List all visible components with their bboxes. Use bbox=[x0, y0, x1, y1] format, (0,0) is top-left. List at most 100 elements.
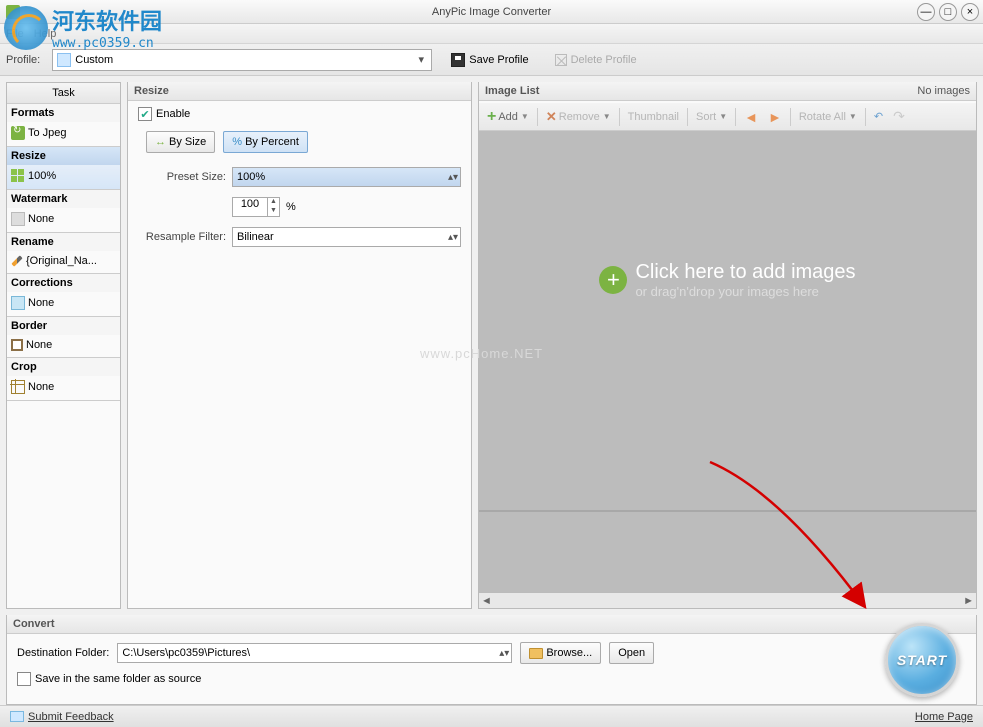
chevron-down-icon: ▼ bbox=[603, 112, 611, 121]
task-watermark[interactable]: Watermark None bbox=[7, 190, 120, 233]
chevron-down-icon: ▼ bbox=[849, 112, 857, 121]
task-crop-value: None bbox=[28, 381, 54, 393]
by-size-label: By Size bbox=[169, 136, 206, 148]
by-percent-button[interactable]: %By Percent bbox=[223, 131, 308, 153]
resample-filter-combo[interactable]: Bilinear ▴▾ bbox=[232, 227, 461, 247]
document-icon bbox=[57, 53, 71, 67]
chevron-down-icon: ▼ bbox=[521, 112, 529, 121]
percent-spinner[interactable]: 100 ▲▼ bbox=[232, 197, 280, 217]
statusbar: Submit Feedback Home Page bbox=[0, 705, 983, 727]
delete-profile-button: Delete Profile bbox=[548, 50, 644, 70]
arrow-left-icon: ◄ bbox=[744, 109, 758, 125]
watermark-icon bbox=[11, 212, 25, 226]
task-corrections-label: Corrections bbox=[7, 274, 120, 292]
add-label: Add bbox=[498, 111, 518, 123]
add-plus-icon: + bbox=[599, 266, 627, 294]
plus-icon: + bbox=[487, 108, 496, 126]
task-border-value: None bbox=[26, 339, 52, 351]
enable-label: Enable bbox=[156, 108, 190, 120]
picture-icon bbox=[11, 296, 25, 310]
resize-icon bbox=[11, 169, 25, 183]
save-icon bbox=[451, 53, 465, 67]
drop-subtitle: or drag'n'drop your images here bbox=[635, 284, 855, 299]
undo-button[interactable]: ↶ bbox=[870, 108, 887, 125]
sort-button: Sort▼ bbox=[692, 109, 731, 125]
chevron-updown-icon: ▴▾ bbox=[448, 232, 458, 243]
preset-size-label: Preset Size: bbox=[138, 171, 226, 183]
task-rename[interactable]: Rename {Original_Na... bbox=[7, 233, 120, 274]
task-crop[interactable]: Crop None bbox=[7, 358, 120, 401]
minimize-button[interactable]: — bbox=[917, 3, 935, 21]
start-button[interactable]: START bbox=[885, 623, 959, 697]
task-border[interactable]: Border None bbox=[7, 317, 120, 358]
menu-help[interactable]: Help bbox=[34, 28, 57, 40]
task-header: Task bbox=[7, 83, 120, 104]
convert-group: Convert Destination Folder: C:\Users\pc0… bbox=[6, 615, 977, 705]
chevron-updown-icon: ▴▾ bbox=[448, 172, 458, 183]
preview-strip bbox=[479, 510, 976, 592]
submit-feedback-link[interactable]: Submit Feedback bbox=[28, 711, 114, 723]
profile-combo[interactable]: Custom ▾ bbox=[52, 49, 432, 71]
task-rename-value: {Original_Na... bbox=[26, 255, 97, 267]
browse-button[interactable]: Browse... bbox=[520, 642, 601, 664]
task-formats-label: Formats bbox=[7, 104, 120, 122]
image-list-title: Image List bbox=[485, 85, 539, 97]
open-button[interactable]: Open bbox=[609, 642, 654, 664]
delete-icon bbox=[555, 54, 567, 66]
profile-toolbar: Profile: Custom ▾ Save Profile Delete Pr… bbox=[0, 44, 983, 76]
task-corrections[interactable]: Corrections None bbox=[7, 274, 120, 317]
task-resize-value: 100% bbox=[28, 170, 56, 182]
chevron-updown-icon: ▴▾ bbox=[499, 648, 509, 659]
by-size-button[interactable]: ↔By Size bbox=[146, 131, 215, 153]
task-crop-label: Crop bbox=[7, 358, 120, 376]
add-button[interactable]: +Add▼ bbox=[483, 106, 533, 128]
profile-value: Custom bbox=[75, 54, 113, 66]
destination-combo[interactable]: C:\Users\pc0359\Pictures\ ▴▾ bbox=[117, 643, 512, 663]
task-resize[interactable]: Resize 100% bbox=[7, 147, 120, 190]
menu-file[interactable]: File bbox=[6, 28, 24, 40]
arrow-right-icon: ► bbox=[768, 109, 782, 125]
task-formats-value: To Jpeg bbox=[28, 127, 67, 139]
titlebar: AnyPic Image Converter — □ × bbox=[0, 0, 983, 24]
home-page-link[interactable]: Home Page bbox=[915, 711, 973, 723]
remove-button: ✕Remove▼ bbox=[542, 107, 615, 127]
destination-label: Destination Folder: bbox=[17, 647, 109, 659]
image-drop-area[interactable]: + Click here to add images or drag'n'dro… bbox=[479, 131, 976, 608]
enable-checkbox[interactable]: ✔ bbox=[138, 107, 152, 121]
task-border-label: Border bbox=[7, 317, 120, 335]
folder-icon bbox=[529, 648, 543, 659]
image-list-status: No images bbox=[917, 85, 970, 97]
chevron-down-icon: ▾ bbox=[413, 53, 429, 66]
image-list-toolbar: +Add▼ ✕Remove▼ Thumbnail Sort▼ ◄ ► Rotat… bbox=[479, 103, 976, 131]
feedback-icon bbox=[10, 711, 24, 722]
chevron-down-icon: ▼ bbox=[719, 112, 727, 121]
destination-value: C:\Users\pc0359\Pictures\ bbox=[122, 647, 250, 659]
crop-icon bbox=[11, 380, 25, 394]
task-formats[interactable]: Formats To Jpeg bbox=[7, 104, 120, 147]
spin-up-icon[interactable]: ▲ bbox=[268, 198, 279, 207]
save-profile-button[interactable]: Save Profile bbox=[444, 49, 535, 71]
maximize-button[interactable]: □ bbox=[939, 3, 957, 21]
open-label: Open bbox=[618, 647, 645, 659]
redo-button: ↷ bbox=[889, 106, 909, 127]
resize-group: Resize ✔ Enable ↔By Size %By Percent Pre… bbox=[127, 82, 472, 609]
resample-filter-label: Resample Filter: bbox=[138, 231, 226, 243]
by-percent-label: By Percent bbox=[245, 136, 299, 148]
same-folder-checkbox[interactable]: ✔ bbox=[17, 672, 31, 686]
next-button[interactable]: ► bbox=[764, 107, 786, 127]
same-folder-label: Save in the same folder as source bbox=[35, 673, 201, 685]
rotate-all-button: Rotate All▼ bbox=[795, 109, 861, 125]
resample-filter-value: Bilinear bbox=[237, 231, 274, 243]
task-rename-label: Rename bbox=[7, 233, 120, 251]
task-watermark-value: None bbox=[28, 213, 54, 225]
spin-down-icon[interactable]: ▼ bbox=[268, 207, 279, 216]
prev-button[interactable]: ◄ bbox=[740, 107, 762, 127]
convert-title: Convert bbox=[7, 615, 976, 634]
start-label: START bbox=[897, 652, 947, 668]
sort-label: Sort bbox=[696, 111, 716, 123]
resize-title: Resize bbox=[128, 82, 471, 101]
close-button[interactable]: × bbox=[961, 3, 979, 21]
task-corrections-value: None bbox=[28, 297, 54, 309]
horizontal-scrollbar[interactable]: ◄► bbox=[479, 592, 976, 608]
preset-size-combo[interactable]: 100%▴▾ bbox=[232, 167, 461, 187]
